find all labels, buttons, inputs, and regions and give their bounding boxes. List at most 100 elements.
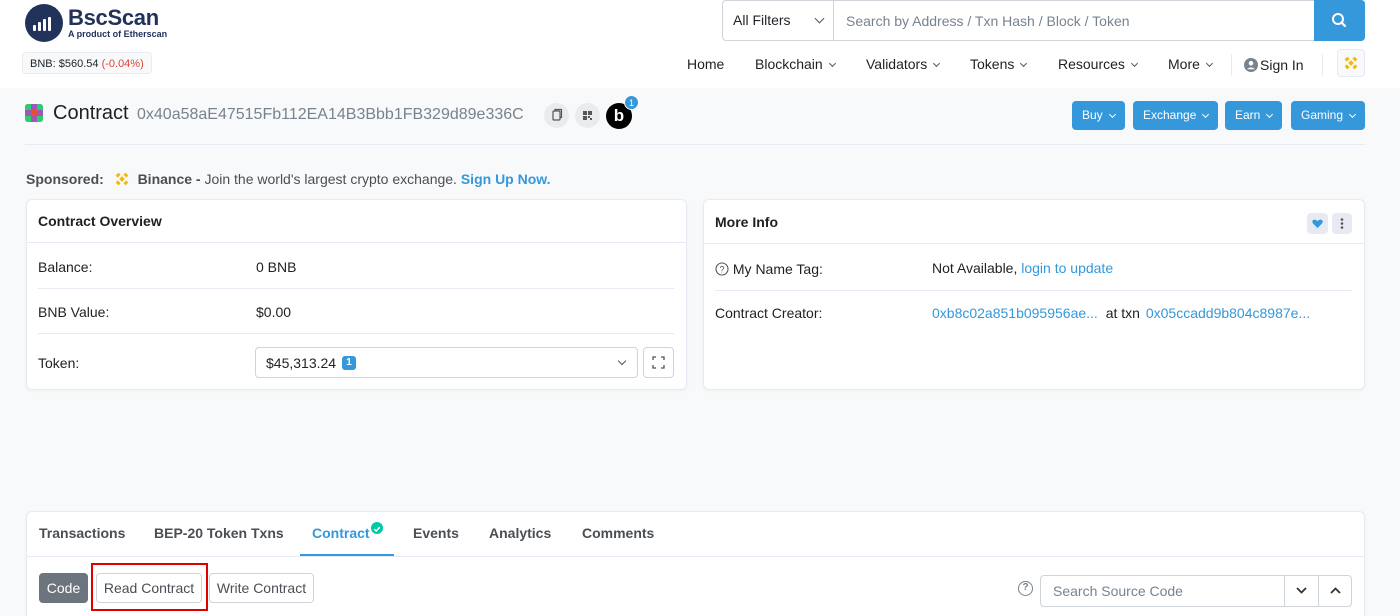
copy-address-button[interactable] [544, 103, 569, 128]
row-divider [38, 288, 674, 289]
binance-icon [1344, 56, 1358, 70]
help-circle-icon[interactable]: ? [1018, 581, 1033, 596]
bnb-price-badge: BNB: $560.54 (-0.04%) [22, 52, 152, 74]
user-icon [1244, 58, 1258, 72]
bscscan-logo-icon[interactable] [25, 4, 63, 42]
qr-code-button[interactable] [575, 103, 600, 128]
verified-check-icon [371, 522, 383, 534]
chevron-down-icon [1020, 59, 1028, 68]
chevron-down-icon [617, 356, 627, 366]
tab-events[interactable]: Events [413, 525, 459, 541]
chevron-down-icon [1130, 59, 1138, 68]
balance-label: Balance: [38, 259, 93, 275]
nav-sign-in[interactable]: Sign In [1244, 56, 1304, 74]
source-code-search [1040, 575, 1352, 607]
earn-button[interactable]: Earn [1225, 101, 1283, 130]
search-filter-label: All Filters [733, 12, 791, 28]
search-input[interactable] [835, 1, 1315, 40]
chevron-down-icon [828, 59, 836, 68]
search-prev-button[interactable] [1318, 576, 1351, 606]
search-next-button[interactable] [1284, 576, 1317, 606]
contract-address: 0x40a58aE47515Fb112EA14B3Bbb1FB329d89e33… [137, 106, 524, 123]
nav-divider [1322, 54, 1323, 76]
chevron-down-icon [1108, 110, 1116, 119]
name-tag-value: Not Available, login to update [932, 260, 1114, 276]
nav-more[interactable]: More [1168, 56, 1213, 74]
bnb-value-label: BNB Value: [38, 304, 110, 320]
qr-code-icon [583, 111, 592, 120]
row-divider [38, 333, 674, 334]
login-to-update-link[interactable]: login to update [1021, 260, 1113, 276]
binance-icon [115, 172, 129, 186]
token-count-badge: 1 [342, 356, 356, 370]
heart-icon [1312, 219, 1323, 228]
creator-txn-link[interactable]: 0x05ccadd9b804c8987e... [1146, 305, 1310, 321]
tab-comments[interactable]: Comments [582, 525, 654, 541]
chevron-down-icon [1205, 59, 1213, 68]
token-value: $45,313.24 [266, 355, 337, 371]
chevron-up-icon [1330, 587, 1341, 594]
contract-overview-title: Contract Overview [38, 213, 162, 229]
title-divider [25, 144, 1365, 145]
tab-bep20-token-txns[interactable]: BEP-20 Token Txns [154, 525, 284, 541]
contract-creator-value: 0xb8c02a851b095956ae... at txn 0x05ccadd… [932, 305, 1310, 321]
nav-resources[interactable]: Resources [1058, 56, 1138, 74]
chevron-down-icon [1266, 110, 1274, 119]
search-button[interactable] [1314, 0, 1365, 41]
bnb-price: BNB: $560.54 [30, 58, 99, 70]
more-options-button[interactable] [1332, 213, 1352, 234]
nav-tokens[interactable]: Tokens [970, 56, 1028, 74]
nav-home[interactable]: Home [687, 56, 724, 74]
bnb-price-change: (-0.04%) [101, 58, 144, 70]
tabs-divider [27, 556, 1364, 557]
write-contract-button[interactable]: Write Contract [209, 573, 314, 603]
help-circle-icon: ? [715, 262, 729, 276]
logo-name[interactable]: BscScan [68, 5, 159, 31]
chevron-down-icon [1348, 110, 1357, 119]
token-label: Token: [38, 355, 80, 371]
search-filter-select[interactable]: All Filters [723, 1, 834, 40]
sponsor-cta-link[interactable]: Sign Up Now. [461, 171, 551, 187]
more-info-title: More Info [715, 214, 778, 230]
creator-address-link[interactable]: 0xb8c02a851b095956ae... [932, 305, 1098, 321]
source-code-search-input[interactable] [1041, 576, 1283, 606]
more-info-card [703, 199, 1365, 390]
gaming-button[interactable]: Gaming [1291, 101, 1366, 130]
nav-blockchain[interactable]: Blockchain [755, 56, 836, 74]
exchange-button[interactable]: Exchange [1133, 101, 1219, 130]
more-vertical-icon [1340, 218, 1344, 229]
search-icon [1332, 13, 1347, 28]
sponsored-banner: Sponsored: Binance - Join the world's la… [26, 164, 551, 187]
token-holdings-dropdown[interactable]: $45,313.24 1 [255, 347, 638, 378]
chevron-down-icon [1202, 110, 1210, 119]
svg-text:?: ? [719, 265, 724, 275]
logo-subtitle: A product of Etherscan [68, 29, 168, 39]
expand-icon [652, 356, 665, 369]
tab-analytics[interactable]: Analytics [489, 525, 551, 541]
code-button[interactable]: Code [39, 573, 88, 603]
tab-transactions[interactable]: Transactions [39, 525, 125, 541]
chevron-down-icon [933, 59, 941, 68]
site-header: BscScan A product of Etherscan BNB: $560… [0, 0, 1400, 88]
nav-validators[interactable]: Validators [866, 56, 941, 74]
expand-token-button[interactable] [643, 347, 674, 378]
sponsored-label: Sponsored: [26, 171, 104, 187]
row-divider [715, 290, 1352, 291]
page-title: Contract [53, 102, 129, 124]
search-bar: All Filters [722, 0, 1365, 41]
nav-divider [1231, 54, 1232, 76]
sponsor-brand[interactable]: Binance - [138, 171, 201, 187]
name-tag-label: ? My Name Tag: [715, 260, 823, 277]
sponsor-text: Join the world's largest crypto exchange… [204, 171, 457, 187]
tab-contract[interactable]: Contract [312, 525, 370, 541]
buy-button[interactable]: Buy [1072, 101, 1125, 130]
favorite-button[interactable] [1307, 213, 1328, 234]
contract-creator-label: Contract Creator: [715, 305, 823, 321]
contract-blockie-icon [25, 104, 43, 122]
chevron-down-icon [1296, 587, 1307, 594]
bnb-network-button[interactable] [1337, 49, 1365, 77]
chevron-down-icon [814, 13, 825, 24]
card-divider [27, 242, 686, 243]
notification-badge: 1 [624, 95, 639, 110]
at-txn-label: at txn [1105, 305, 1140, 321]
